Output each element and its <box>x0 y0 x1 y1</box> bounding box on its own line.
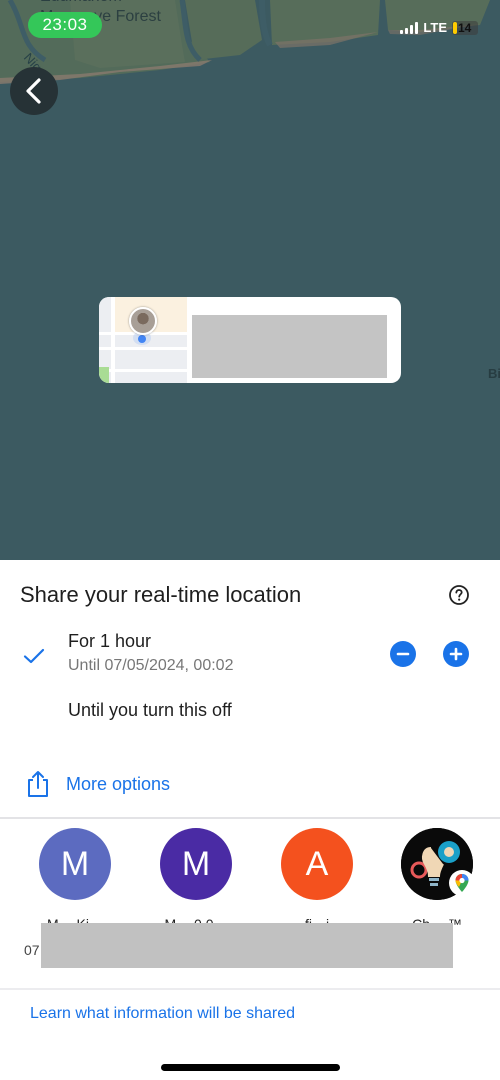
avatar: M <box>39 828 111 900</box>
increase-duration-button[interactable] <box>443 641 469 667</box>
divider <box>0 817 500 819</box>
status-time: 23:03 <box>28 12 102 38</box>
network-type: LTE <box>423 20 447 35</box>
divider <box>0 988 500 990</box>
contact-item[interactable]: M M… 0 0… <box>146 828 246 934</box>
sheet-title: Share your real-time location <box>20 582 302 607</box>
user-avatar-pin <box>129 307 157 335</box>
more-options-label: More options <box>66 773 171 794</box>
battery-level: 14 <box>458 20 472 35</box>
redacted-address <box>192 315 387 378</box>
map-label-right: Bi <box>488 366 500 381</box>
chevron-left-icon <box>26 78 41 104</box>
google-maps-icon <box>449 870 475 896</box>
avatar: M <box>160 828 232 900</box>
minus-icon <box>396 652 410 656</box>
map-label-top: Edumanom <box>40 0 122 6</box>
decrease-duration-button[interactable] <box>390 641 416 667</box>
more-options-button[interactable]: More options <box>26 770 170 798</box>
share-location-sheet: Share your real-time location For 1 hour… <box>0 560 500 1080</box>
avatar: A <box>281 828 353 900</box>
map-view[interactable]: Mangrove Forest Edumanom Niger Bi 23:03 … <box>0 0 500 560</box>
check-icon <box>23 648 45 664</box>
help-circle-icon[interactable] <box>448 584 470 606</box>
option-title: For 1 hour <box>68 631 152 651</box>
share-icon <box>28 771 48 797</box>
mini-map <box>99 297 187 383</box>
duration-option-until-off[interactable]: Until you turn this off <box>68 700 232 721</box>
location-preview-card <box>99 297 401 383</box>
lightbulb-gears-avatar-icon <box>401 828 475 900</box>
contact-item[interactable]: A …fi…i… <box>267 828 367 934</box>
redacted-contact-names <box>41 923 453 968</box>
option-subtitle: Until 07/05/2024, 00:02 <box>68 657 234 674</box>
home-indicator[interactable] <box>161 1064 340 1071</box>
current-location-dot <box>138 335 146 343</box>
map-land-shapes <box>0 0 490 84</box>
status-indicators: LTE 14 <box>400 20 478 35</box>
battery-icon: 14 <box>452 20 478 35</box>
contact-item[interactable]: Ch… ™ <box>387 828 487 934</box>
contact-item[interactable]: M M… Ki… <box>25 828 125 934</box>
back-button[interactable] <box>10 67 58 115</box>
plus-icon <box>449 647 463 661</box>
contact-subtext: 07 <box>24 942 40 958</box>
learn-info-link[interactable]: Learn what information will be shared <box>30 1005 295 1023</box>
signal-icon <box>400 21 419 34</box>
